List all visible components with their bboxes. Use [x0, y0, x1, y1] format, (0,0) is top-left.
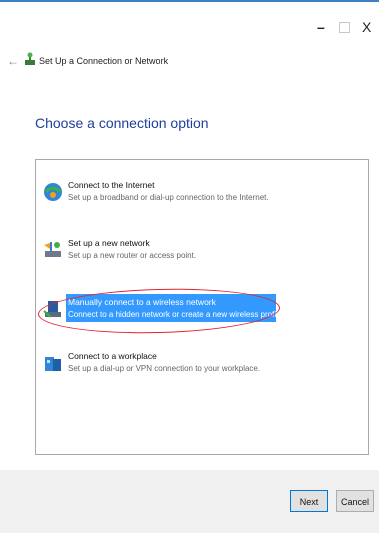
network-setup-icon [25, 52, 35, 65]
option-title: Connect to the Internet [68, 180, 155, 190]
option-description: Set up a new router or access point. [68, 251, 197, 260]
globe-network-icon [44, 183, 62, 201]
option-workplace[interactable]: Connect to a workplace Set up a dial-up … [41, 348, 371, 384]
page-heading: Choose a connection option [35, 115, 209, 131]
cancel-button[interactable]: Cancel [336, 490, 374, 512]
option-new-network[interactable]: Set up a new network Set up a new router… [41, 235, 371, 271]
option-title: Set up a new network [68, 238, 150, 248]
window-title: Set Up a Connection or Network [39, 56, 169, 66]
option-description: Set up a dial-up or VPN connection to yo… [68, 364, 261, 373]
close-button[interactable]: X [362, 20, 371, 34]
window-top-border [0, 0, 379, 2]
option-title: Connect to a workplace [68, 351, 157, 361]
router-icon [44, 242, 61, 257]
workplace-vpn-icon [45, 357, 61, 371]
next-button[interactable]: Next [290, 490, 328, 512]
maximize-button[interactable] [339, 22, 350, 33]
option-description: Set up a broadband or dial-up connection… [68, 193, 269, 202]
option-connect-internet[interactable]: Connect to the Internet Set up a broadba… [41, 177, 371, 213]
back-arrow-icon[interactable]: ← [7, 54, 19, 68]
minimize-button[interactable]: – [317, 20, 325, 34]
